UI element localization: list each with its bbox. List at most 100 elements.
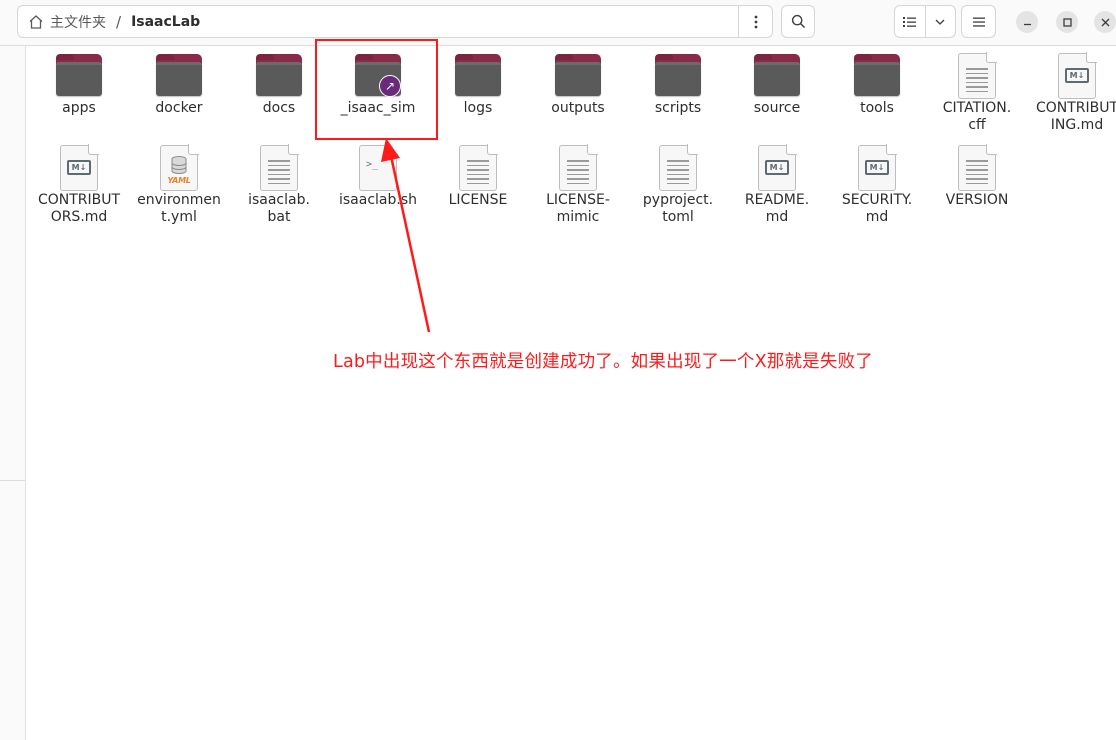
markdown-file-icon: M↓ (727, 138, 827, 191)
item-label: README. md (744, 192, 810, 225)
document-shape (958, 144, 997, 191)
breadcrumb-separator: / (116, 12, 122, 31)
close-button[interactable] (1094, 11, 1116, 33)
item-label: isaaclab. bat (248, 192, 310, 225)
path-menu-button[interactable] (738, 6, 772, 37)
folder-shape (655, 54, 701, 96)
view-toggle-group (894, 5, 956, 38)
folder-icon (528, 46, 628, 96)
document-shape: M↓ (60, 144, 99, 191)
markdown-mark-icon: M↓ (1065, 68, 1089, 83)
item-label: CONTRIBUT ORS.md (37, 192, 121, 225)
script-file-icon: >_ (328, 138, 428, 191)
folder-item-source[interactable]: source (727, 46, 827, 117)
document-shape: M↓ (758, 144, 797, 191)
item-label: SECURITY. md (841, 192, 913, 225)
folder-icon (628, 46, 728, 96)
folder-icon (29, 46, 129, 96)
file-item-version[interactable]: VERSION (927, 138, 1027, 209)
list-view-button[interactable] (895, 6, 926, 37)
item-label: scripts (654, 100, 702, 116)
item-label: tools (860, 100, 894, 116)
database-icon (171, 156, 187, 174)
terminal-prompt-icon: >_ (366, 159, 379, 170)
item-label: VERSION (945, 192, 1009, 208)
document-shape (559, 144, 598, 191)
file-item-pyproject-toml[interactable]: pyproject. toml (628, 138, 728, 226)
path-bar[interactable]: 主文件夹 / IsaacLab (17, 5, 773, 38)
breadcrumb-current[interactable]: IsaacLab (131, 14, 200, 30)
folder-shape (555, 54, 601, 96)
header-bar: 主文件夹 / IsaacLab (0, 0, 1116, 46)
yaml-logo: YAML (167, 176, 191, 185)
maximize-button[interactable] (1056, 11, 1078, 33)
item-label: isaaclab.sh (338, 192, 417, 208)
file-item-security-md[interactable]: M↓ SECURITY. md (827, 138, 927, 226)
chevron-down-icon (935, 19, 945, 25)
folder-item-apps[interactable]: apps (29, 46, 129, 117)
search-button[interactable] (781, 5, 815, 38)
document-shape (260, 144, 299, 191)
folder-shape (56, 54, 102, 96)
folder-item-tools[interactable]: tools (827, 46, 927, 117)
file-item-contributing-md[interactable]: M↓ CONTRIBUT ING.md (1027, 46, 1116, 134)
item-label: CITATION. cff (942, 100, 1012, 133)
home-icon (29, 14, 43, 29)
folder-item-outputs[interactable]: outputs (528, 46, 628, 117)
folder-item-docs[interactable]: docs (229, 46, 329, 117)
item-label: pyproject. toml (642, 192, 714, 225)
markdown-file-icon: M↓ (29, 138, 129, 191)
file-item-readme-md[interactable]: M↓ README. md (727, 138, 827, 226)
file-item-license-mimic[interactable]: LICENSE- mimic (528, 138, 628, 226)
item-label: outputs (551, 100, 605, 116)
document-shape (659, 144, 698, 191)
file-item-citation-cff[interactable]: CITATION. cff (927, 46, 1027, 134)
folder-icon (229, 46, 329, 96)
file-item-isaaclab-sh[interactable]: >_ isaaclab.sh (328, 138, 428, 209)
folder-item-scripts[interactable]: scripts (628, 46, 728, 117)
markdown-mark-icon: M↓ (865, 160, 889, 175)
folder-icon (129, 46, 229, 96)
markdown-file-icon: M↓ (1027, 46, 1116, 99)
file-item-license[interactable]: LICENSE (428, 138, 528, 209)
breadcrumb-home-label: 主文件夹 (50, 14, 106, 31)
list-view-icon (902, 16, 916, 27)
item-label: source (753, 100, 801, 116)
folder-icon (827, 46, 927, 96)
main-menu-button[interactable] (961, 5, 996, 38)
minimize-button[interactable] (1016, 11, 1038, 33)
folder-item-logs[interactable]: logs (428, 46, 528, 117)
folder-shape (455, 54, 501, 96)
text-file-icon (428, 138, 528, 191)
view-options-dropdown[interactable] (926, 6, 956, 37)
folder-shape (854, 54, 900, 96)
text-file-icon (528, 138, 628, 191)
text-file-icon (628, 138, 728, 191)
text-file-icon (927, 46, 1027, 99)
folder-icon (428, 46, 528, 96)
search-icon (791, 14, 805, 29)
document-shape (459, 144, 498, 191)
file-item-isaaclab-bat[interactable]: isaaclab. bat (229, 138, 329, 226)
yaml-file-icon: YAML (129, 138, 229, 191)
breadcrumb-home[interactable]: 主文件夹 (18, 6, 106, 37)
hamburger-menu-icon (972, 17, 985, 27)
item-label: CONTRIBUT ING.md (1035, 100, 1116, 133)
file-item-contributors-md[interactable]: M↓ CONTRIBUT ORS.md (29, 138, 129, 226)
file-item-environment-yml[interactable]: YAML environmen t.yml (129, 138, 229, 226)
item-label: logs (463, 100, 493, 116)
item-label: apps (62, 100, 96, 116)
item-label: docs (262, 100, 296, 116)
text-file-icon (927, 138, 1027, 191)
close-icon (1101, 18, 1109, 26)
sidebar (0, 46, 26, 740)
item-label: docker (155, 100, 203, 116)
minimize-icon (1023, 23, 1031, 25)
folder-item-docker[interactable]: docker (129, 46, 229, 117)
document-shape: M↓ (1058, 52, 1097, 99)
item-label: LICENSE (448, 192, 508, 208)
annotation-highlight-box (315, 39, 438, 140)
folder-icon (727, 46, 827, 96)
vertical-dots-icon (754, 15, 757, 28)
document-shape: YAML (160, 144, 199, 191)
